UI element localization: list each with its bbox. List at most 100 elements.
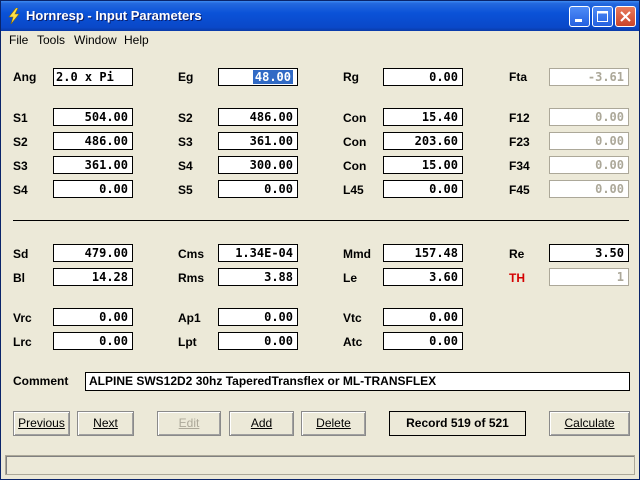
input-s1[interactable]: 504.00 [53,108,133,126]
label-con1: Con [343,111,367,125]
status-bar [5,455,635,475]
label-s1: S1 [13,111,28,125]
label-sd: Sd [13,247,29,261]
label-s5: S5 [178,183,193,197]
label-s3-row4: S3 [13,159,28,173]
minimize-icon [575,19,582,22]
edit-button: Edit [157,411,221,436]
label-atc: Atc [343,335,363,349]
label-vtc: Vtc [343,311,362,325]
input-l45[interactable]: 0.00 [383,180,463,198]
maximize-button[interactable] [592,6,613,27]
label-f12: F12 [509,111,530,125]
label-lpt: Lpt [178,335,197,349]
menu-bar: File Tools Window Help [1,31,639,49]
record-indicator: Record 519 of 521 [389,411,526,436]
menu-file[interactable]: File [9,33,28,47]
label-con3: Con [343,159,367,173]
label-ang: Ang [13,70,37,84]
add-button-label: Add [250,416,273,430]
input-sd[interactable]: 479.00 [53,244,133,262]
label-s4: S4 [178,159,193,173]
label-cms: Cms [178,247,205,261]
window-title: Hornresp - Input Parameters [26,8,202,23]
maximize-icon [597,11,608,22]
label-fta: Fta [509,70,527,84]
input-s3-row4[interactable]: 361.00 [53,156,133,174]
close-icon [620,11,631,22]
input-s4[interactable]: 300.00 [218,156,298,174]
label-s2: S2 [178,111,193,125]
close-button[interactable] [615,6,636,27]
label-s3: S3 [178,135,193,149]
label-mmd: Mmd [343,247,371,261]
input-s2-row3[interactable]: 486.00 [53,132,133,150]
lightning-app-icon [8,8,20,24]
previous-button[interactable]: Previous [13,411,70,436]
menu-window[interactable]: Window [74,33,117,47]
input-rms[interactable]: 3.88 [218,268,298,286]
label-ap1: Ap1 [178,311,201,325]
label-re: Re [509,247,525,261]
label-vrc: Vrc [13,311,32,325]
input-f34: 0.00 [549,156,629,174]
label-f34: F34 [509,159,530,173]
previous-button-label: Previous [18,416,65,430]
calculate-button[interactable]: Calculate [549,411,630,436]
input-eg-selected-text: 48.00 [252,70,293,84]
add-button[interactable]: Add [229,411,294,436]
input-ap1[interactable]: 0.00 [218,308,298,326]
minimize-button[interactable] [569,6,590,27]
input-f12: 0.00 [549,108,629,126]
input-bl[interactable]: 14.28 [53,268,133,286]
input-re[interactable]: 3.50 [549,244,629,262]
input-le[interactable]: 3.60 [383,268,463,286]
label-bl: Bl [13,271,25,285]
input-s2[interactable]: 486.00 [218,108,298,126]
input-con3[interactable]: 15.00 [383,156,463,174]
label-f45: F45 [509,183,530,197]
input-th: 1 [549,268,629,286]
label-s4-row5: S4 [13,183,28,197]
input-con1[interactable]: 15.40 [383,108,463,126]
label-le: Le [343,271,358,285]
calculate-button-label: Calculate [564,416,615,430]
input-s3[interactable]: 361.00 [218,132,298,150]
input-mmd[interactable]: 157.48 [383,244,463,262]
input-con2[interactable]: 203.60 [383,132,463,150]
input-f23: 0.00 [549,132,629,150]
label-con2: Con [343,135,367,149]
label-comment: Comment [13,374,69,388]
comment-input[interactable]: ALPINE SWS12D2 30hz TaperedTransflex or … [85,372,630,391]
input-vrc[interactable]: 0.00 [53,308,133,326]
label-th: TH [509,271,525,285]
input-ang[interactable]: 2.0 x Pi [53,68,133,86]
title-bar[interactable]: Hornresp - Input Parameters [1,1,639,31]
hornresp-window: Hornresp - Input Parameters File Tools W… [0,0,640,480]
input-vtc[interactable]: 0.00 [383,308,463,326]
input-atc[interactable]: 0.00 [383,332,463,350]
input-s5[interactable]: 0.00 [218,180,298,198]
next-button[interactable]: Next [77,411,134,436]
edit-button-label: Edit [178,416,200,430]
input-cms[interactable]: 1.34E-04 [218,244,298,262]
label-rms: Rms [178,271,205,285]
menu-tools[interactable]: Tools [37,33,65,47]
delete-button-label: Delete [316,416,351,430]
label-f23: F23 [509,135,530,149]
input-s4-row5[interactable]: 0.00 [53,180,133,198]
input-lpt[interactable]: 0.00 [218,332,298,350]
input-eg[interactable]: 48.00 [218,68,298,86]
input-lrc[interactable]: 0.00 [53,332,133,350]
input-fta: -3.61 [549,68,629,86]
next-button-label: Next [93,416,118,430]
label-rg: Rg [343,70,359,84]
menu-help[interactable]: Help [124,33,149,47]
label-eg: Eg [178,70,194,84]
input-rg[interactable]: 0.00 [383,68,463,86]
input-f45: 0.00 [549,180,629,198]
section-divider [13,220,629,221]
delete-button[interactable]: Delete [301,411,366,436]
label-lrc: Lrc [13,335,32,349]
label-l45: L45 [343,183,364,197]
